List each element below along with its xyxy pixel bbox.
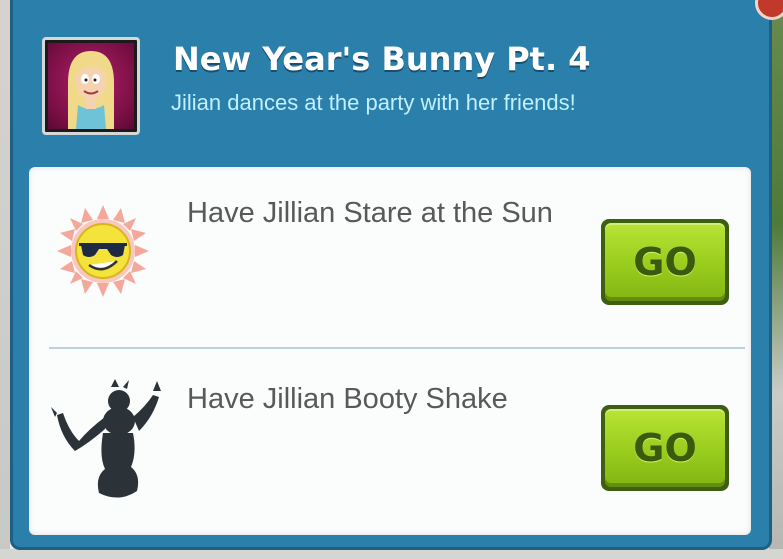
go-button-face[interactable]: GO (605, 223, 725, 301)
task-divider (49, 347, 745, 349)
quest-subtitle: Jilian dances at the party with her frie… (171, 90, 576, 115)
go-button-face[interactable]: GO (605, 409, 725, 487)
background-bottom (0, 549, 783, 559)
go-button-label: GO (633, 426, 697, 470)
go-button-label: GO (633, 240, 697, 284)
quest-dialog: New Year's Bunny Pt. 4 Jilian dances at … (10, 0, 772, 550)
go-button[interactable]: GO (601, 219, 729, 305)
character-portrait (42, 37, 140, 135)
background-left (0, 0, 10, 559)
task-label: Have Jillian Stare at the Sun (187, 197, 553, 229)
go-button[interactable]: GO (601, 405, 729, 491)
dancing-silhouette-icon (49, 377, 169, 507)
sun-with-sunglasses-icon (57, 205, 149, 297)
character-portrait-icon (48, 43, 134, 129)
task-label: Have Jillian Booty Shake (187, 383, 508, 415)
quest-title: New Year's Bunny Pt. 4 (173, 40, 591, 78)
task-panel: Have Jillian Stare at the Sun GO Have Ji… (29, 167, 751, 535)
